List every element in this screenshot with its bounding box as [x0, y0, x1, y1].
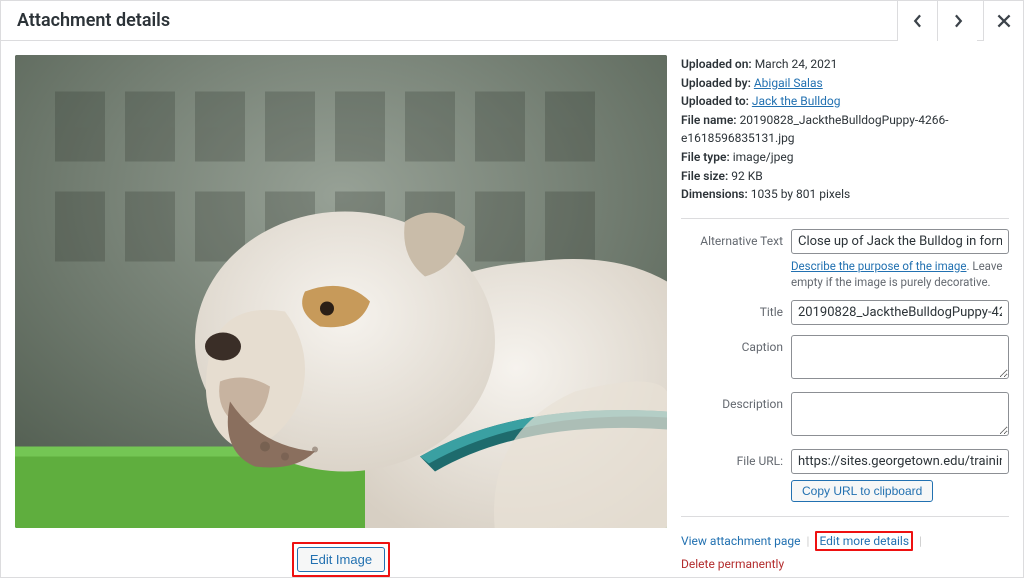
dimensions-label: Dimensions: [681, 187, 748, 201]
file-url-label: File URL: [681, 449, 791, 468]
file-type-label: File type: [681, 150, 730, 164]
action-links: View attachment page | Edit more details… [681, 516, 1009, 571]
prev-button[interactable] [897, 1, 937, 41]
dimensions-value: 1035 by 801 pixels [751, 187, 850, 201]
file-size-label: File size: [681, 169, 728, 183]
copy-url-button[interactable]: Copy URL to clipboard [791, 480, 933, 502]
meta-block: Uploaded on: March 24, 2021 Uploaded by:… [681, 55, 1009, 219]
description-label: Description [681, 392, 791, 411]
edit-more-highlight: Edit more details [815, 531, 913, 551]
file-size-value: 92 KB [731, 169, 762, 183]
modal-header: Attachment details [1, 1, 1023, 41]
caption-input[interactable] [791, 335, 1009, 379]
description-input[interactable] [791, 392, 1009, 436]
close-icon [997, 14, 1011, 28]
title-label: Title [681, 300, 791, 319]
file-type-value: image/jpeg [733, 150, 794, 164]
uploaded-by-link[interactable]: Abigail Salas [754, 76, 823, 90]
uploaded-by-label: Uploaded by: [681, 76, 751, 90]
details-pane: Uploaded on: March 24, 2021 Uploaded by:… [681, 41, 1023, 577]
alt-text-hint: Describe the purpose of the image. Leave… [791, 258, 1009, 290]
uploaded-on-label: Uploaded on: [681, 57, 752, 71]
uploaded-to-label: Uploaded to: [681, 94, 749, 108]
modal-title: Attachment details [17, 10, 170, 31]
alt-text-input[interactable] [791, 229, 1009, 254]
attachment-image [15, 55, 667, 528]
view-attachment-link[interactable]: View attachment page [681, 534, 801, 548]
chevron-right-icon [951, 14, 965, 28]
alt-hint-link[interactable]: Describe the purpose of the image [791, 259, 967, 273]
file-name-label: File name: [681, 113, 737, 127]
edit-more-link[interactable]: Edit more details [819, 534, 909, 548]
title-input[interactable] [791, 300, 1009, 325]
preview-pane: Edit Image [1, 41, 681, 577]
delete-link[interactable]: Delete permanently [681, 557, 784, 571]
file-url-input[interactable] [791, 449, 1009, 474]
uploaded-on-value: March 24, 2021 [755, 57, 838, 71]
next-button[interactable] [937, 1, 977, 41]
edit-image-button[interactable]: Edit Image [297, 547, 385, 572]
close-button[interactable] [983, 1, 1023, 41]
uploaded-to-link[interactable]: Jack the Bulldog [752, 94, 841, 108]
chevron-left-icon [911, 14, 925, 28]
edit-image-highlight: Edit Image [292, 542, 390, 577]
alt-text-label: Alternative Text [681, 229, 791, 248]
caption-label: Caption [681, 335, 791, 354]
